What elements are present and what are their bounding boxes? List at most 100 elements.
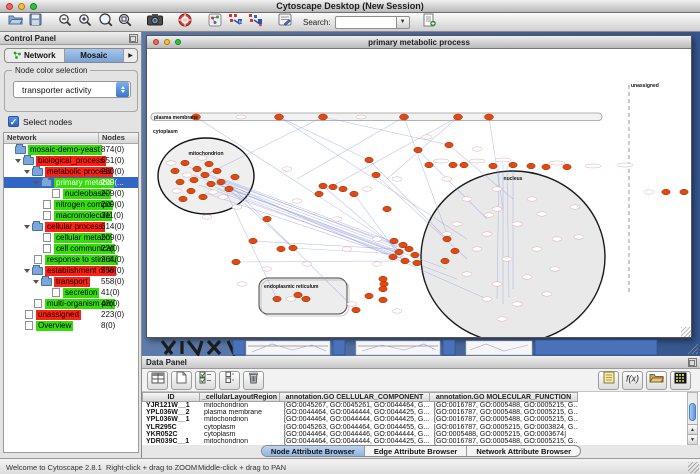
tab-edge-attribute-browser[interactable]: Edge Attribute Browser (365, 446, 467, 456)
network-canvas[interactable]: plasma membrane cytoplasm mitochondrion … (147, 49, 691, 337)
graph-node[interactable] (171, 168, 179, 174)
import-attributes-button[interactable] (646, 371, 667, 390)
tree-col-network[interactable]: Network (4, 133, 99, 143)
graph-node[interactable] (352, 307, 360, 313)
graph-node[interactable] (225, 186, 233, 192)
graph-node[interactable] (193, 166, 201, 172)
graph-node[interactable] (379, 276, 387, 282)
graph-node[interactable] (319, 183, 327, 189)
graph-node[interactable] (217, 179, 225, 185)
tab-network-attribute-browser[interactable]: Network Attribute Browser (467, 446, 580, 456)
graph-node[interactable] (680, 189, 688, 195)
graph-node[interactable] (443, 236, 451, 242)
cell[interactable]: cytoplasm (200, 431, 280, 438)
network-view-window[interactable]: primary metabolic process plasma membran… (146, 35, 692, 338)
cell[interactable]: mitochondrion (200, 416, 280, 423)
tree-row-cell-communicat[interactable]: cell communicat22(0) (4, 243, 138, 254)
graph-node[interactable] (451, 248, 459, 254)
graph-node[interactable] (207, 181, 215, 187)
graph-node[interactable] (365, 157, 373, 163)
graph-node[interactable] (542, 164, 550, 170)
graph-node[interactable] (232, 259, 240, 265)
graph-node[interactable] (390, 238, 398, 244)
tree-row-transport[interactable]: transport558(0) (4, 276, 138, 287)
graph-node[interactable] (405, 246, 413, 252)
table-row[interactable]: YPL036W__2plasma membrane[GO:0044464, GO… (142, 409, 700, 416)
cell[interactable]: [GO:0044464, GO:0044444, GO:0044425, G..… (280, 409, 430, 416)
tab-network[interactable]: Network (5, 49, 65, 62)
cell[interactable]: mitochondrion (200, 438, 280, 445)
tree-row-macromolecule[interactable]: macromolecule311(0) (4, 210, 138, 221)
select-attributes-button[interactable] (195, 371, 216, 390)
graph-edge[interactable] (279, 117, 369, 160)
col-header-region[interactable]: _cellularLayoutRegion (200, 392, 280, 402)
table-row[interactable]: YJR121W__1mitochondrion[GO:0045267, GO:0… (142, 402, 700, 409)
expander-icon[interactable] (24, 170, 30, 174)
graph-node[interactable] (662, 189, 670, 195)
graph-node[interactable] (454, 114, 463, 120)
attribute-matrix-button[interactable] (670, 371, 691, 390)
network-window-titlebar[interactable]: primary metabolic process (147, 36, 691, 49)
graph-node[interactable] (213, 168, 221, 174)
search-dropdown-button[interactable]: ▼ (397, 16, 410, 29)
function-builder-button[interactable]: f(x) (622, 371, 643, 390)
graph-node[interactable] (449, 162, 457, 168)
expander-icon[interactable] (33, 280, 39, 284)
tree-row-nitrogen-compo[interactable]: nitrogen compo209(0) (4, 199, 138, 210)
cell[interactable]: YDR039C__1 (142, 438, 200, 445)
graph-node[interactable] (383, 206, 391, 212)
cell[interactable]: [GO:0044464, GO:0044444, GO:0044425, G..… (280, 438, 430, 445)
graph-node[interactable] (329, 184, 337, 190)
tree-row-nucleobase-[interactable]: nucleobase-209(0) (4, 188, 138, 199)
graph-node[interactable] (380, 281, 388, 287)
graph-node[interactable] (414, 147, 422, 153)
cell[interactable]: [GO:0045267, GO:0045261, GO:0044464, G..… (280, 402, 430, 409)
graph-node[interactable] (231, 174, 239, 180)
graph-node[interactable] (509, 162, 517, 168)
graph-node[interactable] (445, 142, 453, 148)
graph-node[interactable] (190, 177, 198, 183)
graph-edge[interactable] (199, 185, 409, 259)
tree-row-secretion[interactable]: secretion41(0) (4, 287, 138, 298)
graph-node[interactable] (395, 249, 403, 255)
expander-icon[interactable] (33, 181, 39, 185)
graph-node[interactable] (372, 172, 380, 178)
cell[interactable]: YLR295C (142, 424, 200, 431)
graph-node[interactable] (441, 258, 449, 264)
tree-col-nodes[interactable]: Nodes (99, 133, 138, 143)
graph-node[interactable] (263, 216, 271, 222)
tree-row-unassigned[interactable]: unassigned223(0) (4, 309, 138, 320)
graph-node[interactable] (249, 238, 257, 244)
cell[interactable]: YJR121W__1 (142, 402, 200, 409)
scrollbar-thumb[interactable] (689, 403, 696, 421)
graph-node[interactable] (199, 194, 207, 200)
graph-node[interactable] (181, 160, 189, 166)
table-row[interactable]: YPL036W__1mitochondrion[GO:0044464, GO:0… (142, 416, 700, 423)
graph-node[interactable] (379, 297, 387, 303)
create-view-button-1[interactable]: N (225, 14, 245, 31)
annotation-button[interactable] (420, 14, 440, 31)
unselect-attributes-button[interactable] (219, 371, 240, 390)
graph-edge[interactable] (369, 160, 447, 239)
close-icon[interactable] (153, 39, 159, 45)
cell[interactable]: mitochondrion (200, 402, 280, 409)
graph-node[interactable] (277, 246, 285, 252)
tree-row-cellular-metabo[interactable]: cellular metabo209(0) (4, 232, 138, 243)
select-nodes-checkbox[interactable]: ✓ (8, 116, 19, 127)
graph-node[interactable] (485, 114, 494, 120)
graph-node[interactable] (176, 179, 184, 185)
graph-edge[interactable] (297, 117, 404, 179)
attribute-table-button[interactable] (147, 371, 168, 390)
graph-node[interactable] (365, 293, 373, 299)
zoom-selected-button[interactable] (95, 14, 115, 31)
tree-row-metabolic-process[interactable]: metabolic process280(0) (4, 166, 138, 177)
cell[interactable]: [GO:0016787, GO:0005488, GO:0005215, G..… (430, 438, 578, 445)
tree-row-mosaic-demo-yeast[interactable]: mosaic-demo-yeast874(0) (4, 144, 138, 155)
col-header-cellular-component[interactable]: annotation.GO CELLULAR_COMPONENT (280, 392, 430, 402)
node-color-dropdown[interactable]: transporter activity (13, 81, 131, 98)
attribute-editor-button[interactable] (598, 371, 619, 390)
snapshot-button[interactable] (145, 14, 165, 31)
table-row[interactable]: YKR052Ccytoplasm[GO:0044464, GO:0044446,… (142, 431, 700, 438)
graph-node[interactable] (489, 163, 497, 169)
tree-row-establishment-of-lo[interactable]: establishment of lo558(0) (4, 265, 138, 276)
